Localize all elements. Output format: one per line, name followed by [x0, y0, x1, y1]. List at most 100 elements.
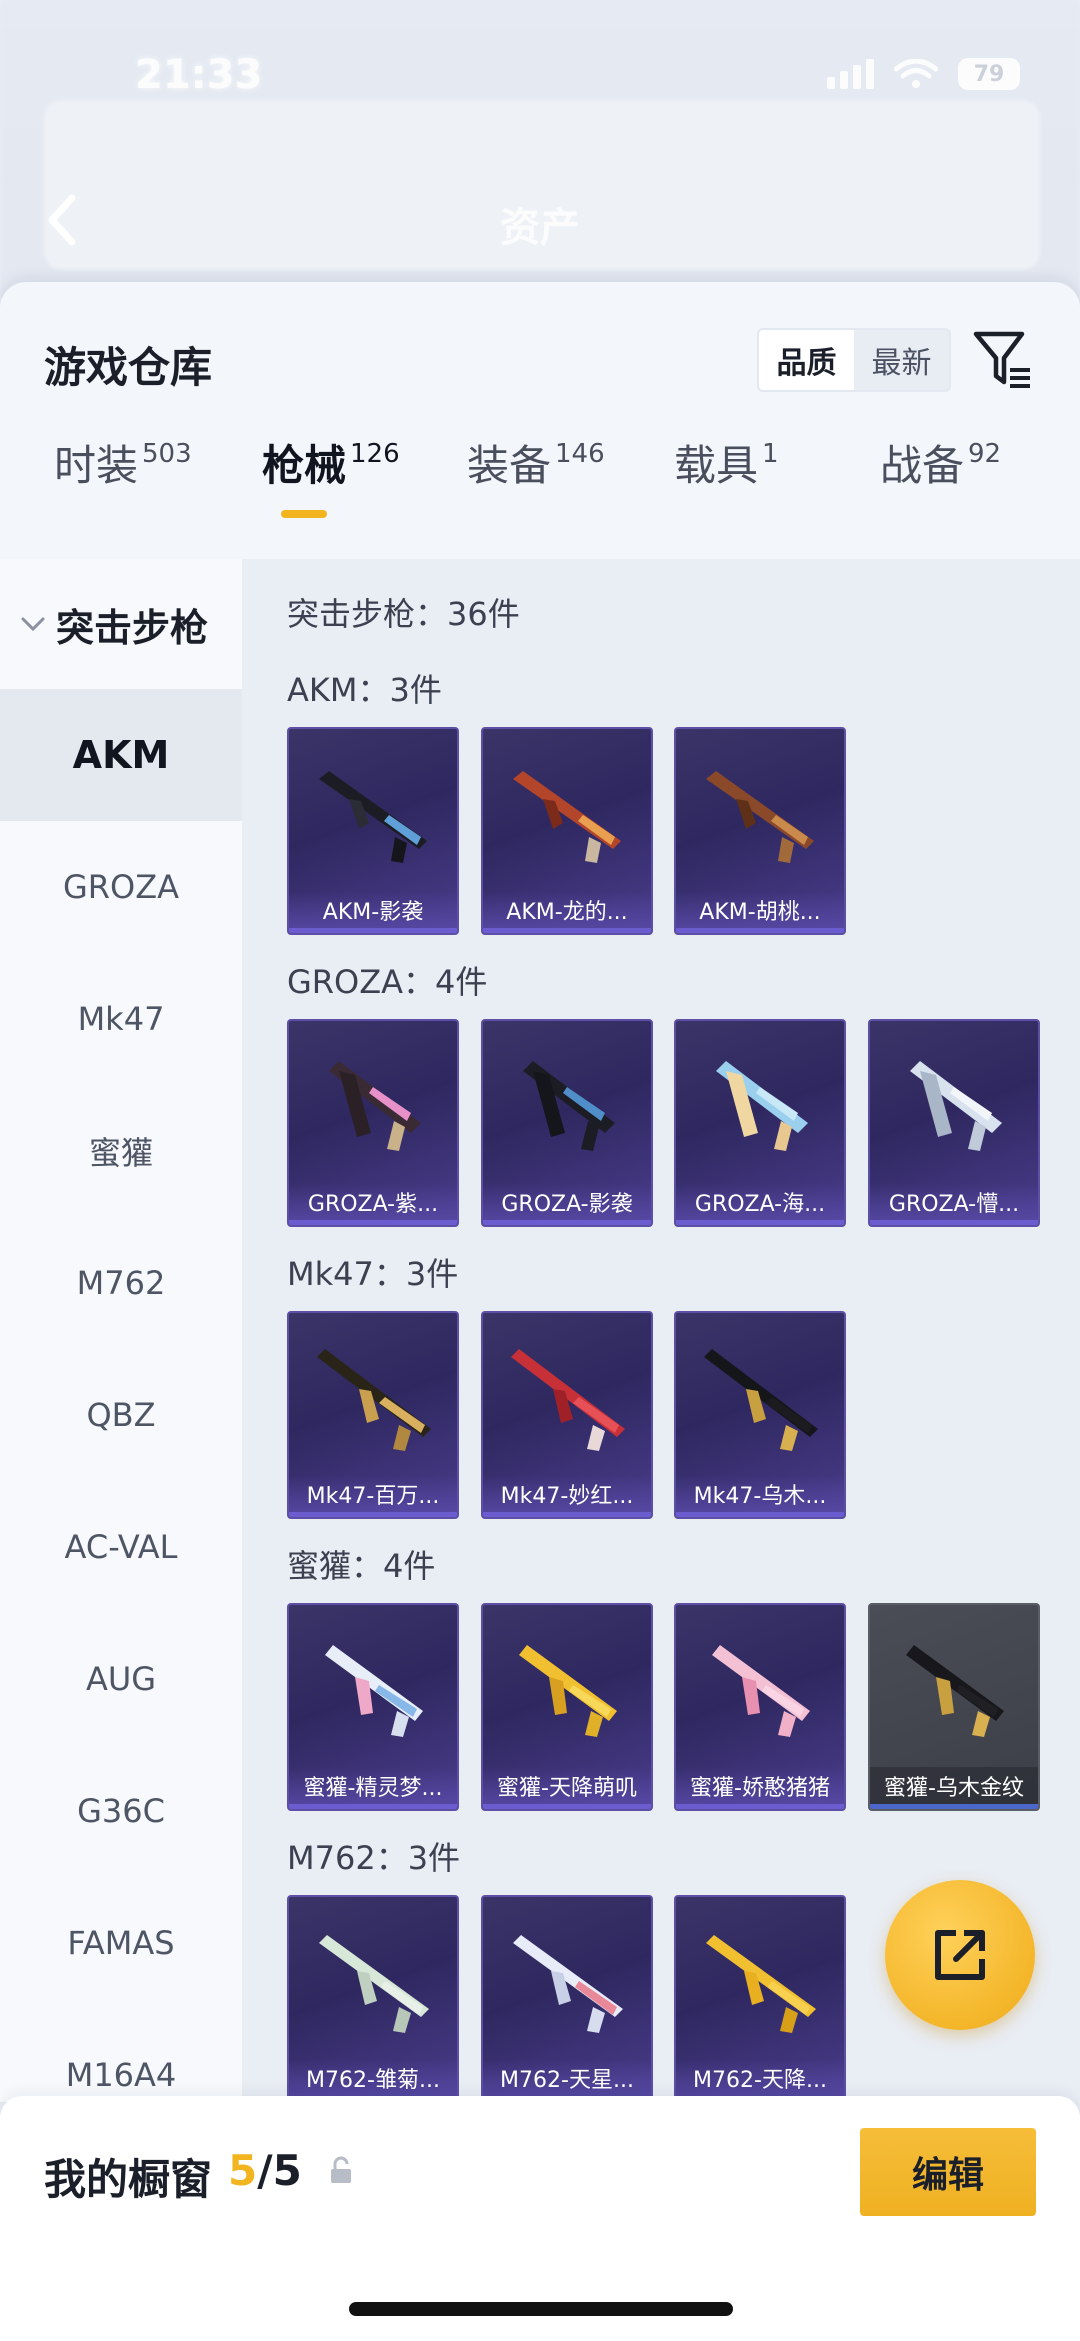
sidebar-item-akm[interactable]: AKM [0, 689, 242, 821]
sidebar-item-m762[interactable]: M762 [0, 1217, 242, 1349]
tab-count: 126 [350, 439, 400, 469]
group-title-honey-badger: 蜜獾：4件 [287, 1547, 436, 1585]
card-label: M762-天降... [676, 2059, 844, 2097]
showcase-total: /5 [257, 2146, 302, 2195]
tab-firearms[interactable]: 枪械 126 [262, 432, 400, 532]
tab-label: 载具 [674, 441, 759, 490]
edit-button[interactable]: 编辑 [860, 2128, 1036, 2216]
tab-label: 枪械 [262, 441, 347, 490]
weapon-card[interactable]: GROZA-影袭 [481, 1019, 653, 1227]
rifle-icon [706, 1935, 816, 2033]
weapon-card[interactable]: GROZA-海... [674, 1019, 846, 1227]
home-indicator [349, 2302, 733, 2316]
sidebar-item-honey-badger[interactable]: 蜜獾 [0, 1085, 242, 1217]
card-rarity-bar [676, 1804, 844, 1809]
card-rarity-bar [483, 928, 651, 933]
tab-fashion[interactable]: 时装 503 [54, 432, 192, 532]
sidebar-item-famas[interactable]: FAMAS [0, 1877, 242, 2009]
rifle-icon [704, 1349, 818, 1451]
signal-icon [827, 59, 874, 89]
weapon-card[interactable]: M762-天降... [674, 1895, 846, 2102]
sort-newest-button[interactable]: 最新 [854, 330, 949, 390]
tab-label: 时装 [54, 441, 139, 490]
sort-toggle: 品质 最新 [757, 328, 951, 392]
share-icon [935, 1930, 985, 1980]
card-label: AKM-影袭 [289, 891, 457, 929]
weapon-card[interactable]: 蜜獾-天降萌叽 [481, 1603, 653, 1811]
weapon-sidebar: 突击步枪 AKM GROZA Mk47 蜜獾 M762 QBZ AC-VAL A… [0, 559, 242, 2102]
weapon-card[interactable]: 蜜獾-娇憨猪猪 [674, 1603, 846, 1811]
weapon-card[interactable]: AKM-影袭 [287, 727, 459, 935]
sidebar-item-ac-val[interactable]: AC-VAL [0, 1481, 242, 1613]
card-label: 蜜獾-娇憨猪猪 [676, 1767, 844, 1805]
smg-icon [519, 1645, 617, 1737]
sidebar-item-qbz[interactable]: QBZ [0, 1349, 242, 1481]
battery-icon: 79 [958, 58, 1020, 90]
sheet-title: 游戏仓库 [44, 343, 213, 392]
category-tabs: 时装 503 枪械 126 装备 146 载具 1 战备 92 [0, 432, 1080, 532]
card-label: 蜜獾-精灵梦... [289, 1767, 457, 1805]
weapon-card[interactable]: M762-天星... [481, 1895, 653, 2102]
status-icons: 79 [827, 58, 1020, 90]
rifle-icon [511, 1349, 625, 1451]
weapon-card[interactable]: Mk47-妙红... [481, 1311, 653, 1519]
weapon-card[interactable]: 蜜獾-乌木金纹 [868, 1603, 1040, 1811]
weapon-card[interactable]: Mk47-百万... [287, 1311, 459, 1519]
tab-count: 1 [762, 439, 779, 469]
rifle-icon [319, 1935, 429, 2033]
weapon-card[interactable]: GROZA-紫... [287, 1019, 459, 1227]
weapon-card[interactable]: 蜜獾-精灵梦... [287, 1603, 459, 1811]
card-rarity-bar [676, 1512, 844, 1517]
card-rarity-bar [289, 1220, 457, 1225]
group-title-mk47: Mk47：3件 [287, 1255, 459, 1293]
rifle-icon [706, 771, 814, 863]
status-time: 21:33 [135, 52, 263, 98]
tab-vehicles[interactable]: 载具 1 [674, 432, 779, 532]
share-button[interactable] [885, 1880, 1035, 2030]
weapon-card[interactable]: Mk47-乌木... [674, 1311, 846, 1519]
card-label: GROZA-影袭 [483, 1183, 651, 1221]
tab-battle-gear[interactable]: 战备 92 [880, 432, 1001, 532]
tab-equipment[interactable]: 装备 146 [467, 432, 605, 532]
card-label: M762-天星... [483, 2059, 651, 2097]
card-label: GROZA-海... [676, 1183, 844, 1221]
rifle-icon [716, 1061, 808, 1151]
weapon-card[interactable]: AKM-胡桃... [674, 727, 846, 935]
sidebar-item-m16a4[interactable]: M16A4 [0, 2009, 242, 2102]
sidebar-item-mk47[interactable]: Mk47 [0, 953, 242, 1085]
rifle-icon [523, 1061, 615, 1151]
filter-icon[interactable] [972, 326, 1032, 392]
card-label: 蜜獾-乌木金纹 [870, 1767, 1038, 1805]
card-label: Mk47-百万... [289, 1475, 457, 1513]
sidebar-item-aug[interactable]: AUG [0, 1613, 242, 1745]
card-rarity-bar [870, 1804, 1038, 1809]
page-title: 资产 [500, 205, 580, 251]
group-title-akm: AKM：3件 [287, 671, 442, 709]
sidebar-item-groza[interactable]: GROZA [0, 821, 242, 953]
tab-label: 装备 [467, 441, 552, 490]
rifle-icon [317, 1349, 431, 1451]
tab-count: 503 [142, 439, 192, 469]
card-rarity-bar [483, 1220, 651, 1225]
tab-count: 146 [555, 439, 605, 469]
weapon-card[interactable]: GROZA-懵... [868, 1019, 1040, 1227]
chevron-down-icon [21, 617, 45, 632]
tab-active-indicator [281, 510, 327, 518]
card-rarity-bar [483, 1804, 651, 1809]
weapon-card[interactable]: M762-雏菊... [287, 1895, 459, 2102]
card-rarity-bar [676, 1220, 844, 1225]
showcase-count: 5/5 [228, 2146, 302, 2195]
sort-quality-button[interactable]: 品质 [759, 330, 854, 390]
card-label: GROZA-紫... [289, 1183, 457, 1221]
sidebar-category[interactable]: 突击步枪 [0, 559, 242, 689]
tab-label: 战备 [880, 441, 965, 490]
smg-icon [325, 1645, 423, 1737]
card-label: Mk47-乌木... [676, 1475, 844, 1513]
card-rarity-bar [483, 1512, 651, 1517]
weapon-card[interactable]: AKM-龙的... [481, 727, 653, 935]
card-rarity-bar [289, 1512, 457, 1517]
sidebar-item-g36c[interactable]: G36C [0, 1745, 242, 1877]
card-label: 蜜獾-天降萌叽 [483, 1767, 651, 1805]
rifle-icon [329, 1061, 421, 1151]
showcase-title: 我的橱窗 [44, 2155, 213, 2204]
